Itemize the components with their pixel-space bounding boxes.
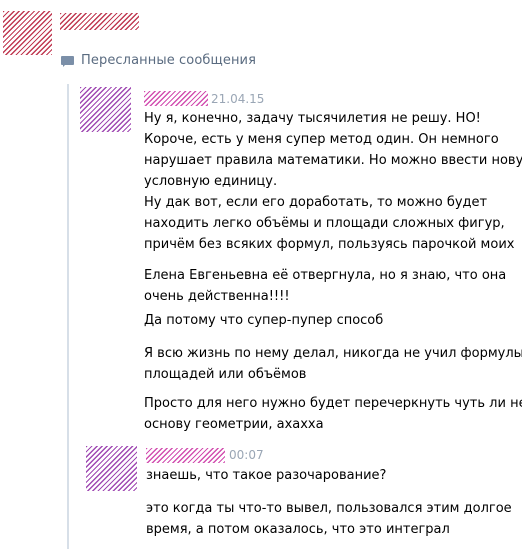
message-date[interactable]: 00:07 [229, 448, 264, 462]
message-text-paragraph: Просто для него нужно будет перечеркнуть… [144, 393, 522, 435]
message-text-line: Я всю жизнь по нему делал, никогда не уч… [144, 346, 522, 361]
message-text-line: Ну дак вот, если его доработать, то можн… [144, 195, 488, 210]
message-author-redacted[interactable] [146, 448, 225, 463]
message-text-line: площадей или объёмов [144, 367, 307, 382]
message-date[interactable]: 21.04.15 [211, 92, 264, 106]
message-text-line: очень действенна!!!! [144, 289, 290, 304]
message-text-line: находить легко объёмы и площади сложных … [144, 216, 505, 231]
message-text-paragraph: Ну я, конечно, задачу тысячилетия не реш… [144, 108, 522, 255]
speech-bubble-icon [61, 55, 75, 67]
message-text-line: знаешь, что такое разочарование? [146, 468, 387, 483]
message-author-redacted[interactable] [144, 91, 208, 106]
message-text-line: Да потому что супер-пупер способ [144, 313, 384, 328]
message-text-line: Просто для него нужно будет перечеркнуть… [144, 396, 522, 411]
message-text-line: условную единицу. [144, 174, 278, 189]
message-text-line: это когда ты что-то вывел, пользовался э… [146, 501, 512, 516]
message-avatar[interactable] [86, 446, 137, 491]
message-text-line: основу геометрии, ахахха [144, 417, 324, 432]
forwarded-messages-header: Пересланные сообщения [61, 53, 256, 68]
message-text-line: нарушает правила математики. Но можно вв… [144, 153, 522, 168]
forwarded-messages-label: Пересланные сообщения [81, 53, 257, 68]
message-text-paragraph: Я всю жизнь по нему делал, никогда не уч… [144, 343, 522, 385]
sender-avatar[interactable] [3, 11, 52, 55]
message-text-paragraph: знаешь, что такое разочарование? [146, 465, 386, 486]
message-text-paragraph: это когда ты что-то вывел, пользовался э… [146, 498, 512, 540]
message-text-line: Ну я, конечно, задачу тысячилетия не реш… [144, 111, 481, 126]
message-text-line: время, а потом оказалось, что это интегр… [146, 522, 450, 537]
forwarded-quote-bar [67, 84, 69, 549]
message-avatar[interactable] [80, 87, 131, 132]
message-text-line: причём без всяких формул, пользуясь паро… [144, 237, 515, 252]
message-text-paragraph: Елена Евгеньевна её отвергнула, но я зна… [144, 265, 506, 307]
message-text-paragraph: Да потому что супер-пупер способ [144, 310, 383, 331]
message-text-line: Елена Евгеньевна её отвергнула, но я зна… [144, 268, 507, 283]
sender-name-redacted[interactable] [60, 13, 139, 30]
message-text-line: Короче, есть у меня супер метод один. Он… [144, 132, 499, 147]
